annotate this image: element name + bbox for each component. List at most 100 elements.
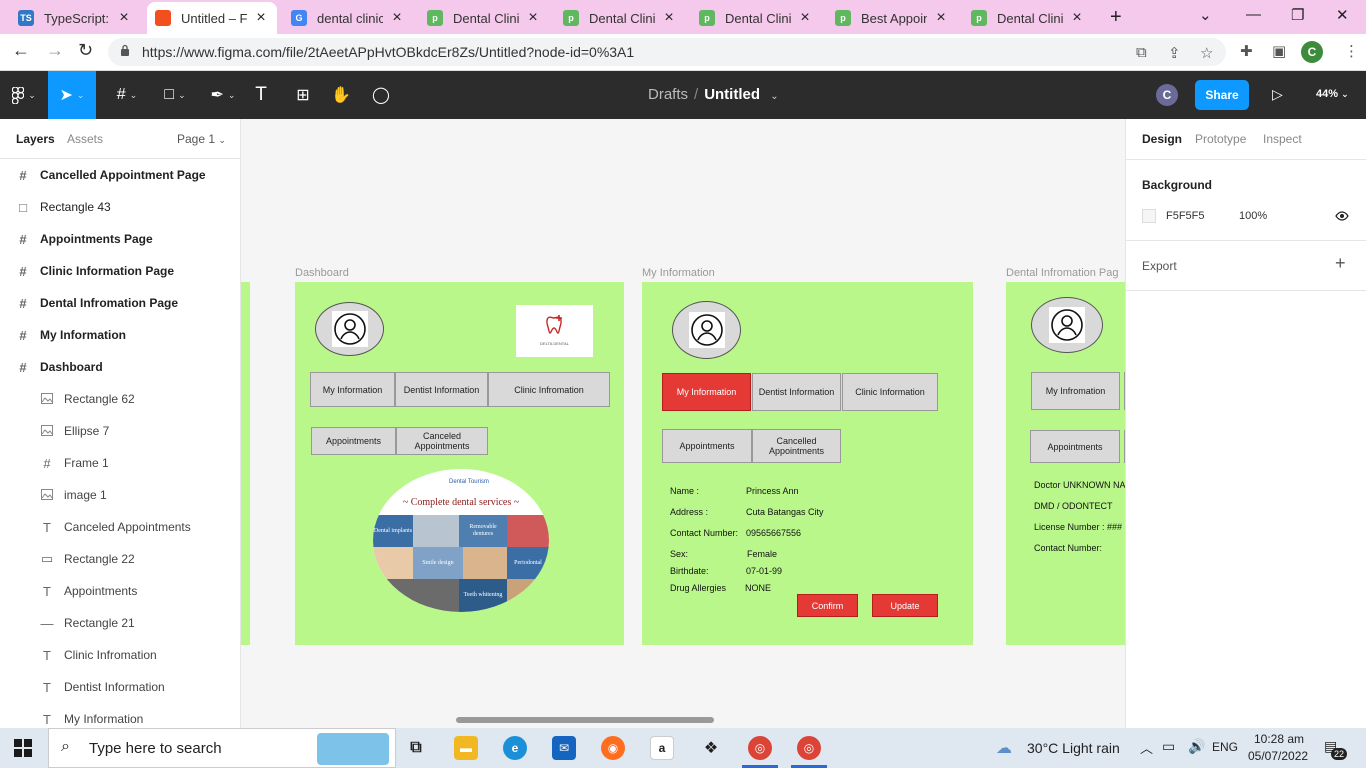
taskbar-search-box[interactable]: ⌕ Type here to search	[48, 728, 396, 768]
frame-label-dental-information[interactable]: Dental Infromation Pag	[1006, 267, 1119, 279]
clock-date[interactable]: 05/07/2022	[1248, 749, 1308, 763]
open-in-app-icon[interactable]: ⧉	[1136, 44, 1147, 61]
side-panel-icon[interactable]: ▣	[1272, 42, 1286, 60]
layer-item[interactable]: T Dentist Information	[0, 671, 240, 703]
frame-dental-information[interactable]: My Infromation Appointments Doctor UNKNO…	[1006, 282, 1125, 645]
back-icon[interactable]: ←	[12, 40, 30, 61]
confirm-button[interactable]: Confirm	[797, 594, 858, 617]
close-tab-icon[interactable]: ×	[797, 9, 813, 27]
dental-services-image[interactable]: Dental Tourism ~ Complete dental service…	[373, 469, 549, 612]
pen-tool-button[interactable]: ✒ ⌄	[200, 71, 246, 119]
dashboard-dentist-information-button[interactable]: Dentist Information	[395, 372, 488, 407]
extensions-icon[interactable]: ✚	[1240, 42, 1253, 60]
file-explorer-icon[interactable]: ▬	[454, 736, 478, 760]
chevron-down-icon[interactable]: ⌄	[770, 91, 778, 102]
firefox-icon[interactable]: ◉	[601, 736, 625, 760]
volume-icon[interactable]: 🔊	[1188, 738, 1205, 755]
browser-menu-icon[interactable]: ⋮	[1344, 42, 1359, 60]
frame-dashboard[interactable]: DELTA DENTAL My Information Dentist Info…	[295, 282, 624, 645]
file-breadcrumb[interactable]: Drafts / Untitled ⌄	[648, 86, 779, 103]
close-tab-icon[interactable]: ×	[253, 9, 269, 27]
background-color-swatch[interactable]	[1142, 209, 1156, 223]
share-button[interactable]: Share	[1195, 80, 1249, 110]
minimize-icon[interactable]: —	[1246, 6, 1261, 23]
layer-item[interactable]: T Clinic Infromation	[0, 639, 240, 671]
tab-inspect[interactable]: Inspect	[1263, 132, 1302, 146]
layer-item[interactable]: image 1	[0, 479, 240, 511]
rain-cloud-icon[interactable]: ☁	[996, 738, 1012, 758]
text-tool-button[interactable]: T	[246, 71, 276, 119]
user-avatar[interactable]: C	[1156, 84, 1178, 106]
layer-item[interactable]: — Rectangle 21	[0, 607, 240, 639]
layer-item[interactable]: # Dental Infromation Page	[0, 287, 240, 319]
tab-assets[interactable]: Assets	[67, 132, 103, 146]
reload-icon[interactable]: ↻	[78, 40, 93, 61]
browser-tab[interactable]: TS TypeScript: TS ×	[10, 4, 140, 32]
tab-design[interactable]: Design	[1142, 132, 1182, 146]
edge-browser-icon[interactable]: e	[503, 736, 527, 760]
close-tab-icon[interactable]: ×	[1069, 9, 1085, 27]
breadcrumb-drafts[interactable]: Drafts	[648, 86, 688, 103]
dashboard-appointments-button[interactable]: Appointments	[311, 427, 396, 455]
clinic-logo[interactable]: DELTA DENTAL	[516, 305, 593, 357]
layer-item[interactable]: # Frame 1	[0, 447, 240, 479]
profile-ellipse[interactable]	[315, 302, 384, 356]
dropbox-icon[interactable]: ❖	[699, 736, 723, 760]
tab-prototype[interactable]: Prototype	[1195, 132, 1246, 146]
windows-start-icon[interactable]	[14, 739, 32, 757]
browser-profile-avatar[interactable]: C	[1301, 41, 1323, 63]
browser-tab[interactable]: p Best Appoint ×	[827, 4, 957, 32]
layer-item[interactable]: □ Rectangle 43	[0, 191, 240, 223]
layer-item[interactable]: T My Information	[0, 703, 240, 728]
present-play-icon[interactable]: ▷	[1272, 86, 1283, 103]
move-tool-button[interactable]: ➤ ⌄	[48, 71, 96, 119]
layer-item[interactable]: Rectangle 62	[0, 383, 240, 415]
close-tab-icon[interactable]: ×	[525, 9, 541, 27]
amazon-icon[interactable]: a	[650, 736, 674, 760]
browser-tab[interactable]: p Dental Clinic ×	[555, 4, 685, 32]
clock-time[interactable]: 10:28 am	[1254, 732, 1304, 746]
layer-item[interactable]: T Canceled Appointments	[0, 511, 240, 543]
zoom-level[interactable]: 44% ⌄	[1316, 88, 1349, 100]
chrome-icon[interactable]: ◎	[748, 736, 772, 760]
myinfo-clinic-information-button[interactable]: Clinic Information	[842, 373, 938, 411]
layer-item[interactable]: Ellipse 7	[0, 415, 240, 447]
bookmark-star-icon[interactable]: ☆	[1200, 44, 1213, 62]
profile-ellipse[interactable]	[672, 301, 741, 359]
frame-label-my-information[interactable]: My Information	[642, 267, 715, 279]
file-name[interactable]: Untitled	[704, 86, 760, 103]
update-button[interactable]: Update	[872, 594, 938, 617]
close-tab-icon[interactable]: ×	[933, 9, 949, 27]
forward-icon[interactable]: →	[46, 40, 64, 61]
browser-tab[interactable]: Untitled – Fig ×	[147, 2, 277, 34]
address-bar[interactable]: https://www.figma.com/file/2tAeetAPpHvtO…	[108, 38, 1226, 66]
share-page-icon[interactable]: ⇪	[1168, 44, 1181, 62]
myinfo-dentist-information-button[interactable]: Dentist Information	[752, 373, 841, 411]
browser-tab[interactable]: p Dental Clinic ×	[963, 4, 1093, 32]
myinfo-cancelled-appointments-button[interactable]: Cancelled Appointments	[752, 429, 841, 463]
dentalinfo-my-information-button[interactable]: My Infromation	[1031, 372, 1120, 410]
design-canvas[interactable]: Dashboard DELTA DENTAL My Information De…	[241, 119, 1125, 728]
lock-icon[interactable]	[120, 44, 130, 56]
layer-item[interactable]: # Appointments Page	[0, 223, 240, 255]
close-window-icon[interactable]: ✕	[1336, 6, 1349, 24]
hand-tool-button[interactable]: ✋	[326, 71, 356, 119]
canvas-horizontal-scrollbar[interactable]	[456, 717, 714, 723]
myinfo-appointments-button[interactable]: Appointments	[662, 429, 752, 463]
dashboard-my-information-button[interactable]: My Information	[310, 372, 395, 407]
layer-item[interactable]: # My Information	[0, 319, 240, 351]
close-tab-icon[interactable]: ×	[116, 9, 132, 27]
tab-layers[interactable]: Layers	[16, 132, 55, 146]
comment-tool-button[interactable]: ◯	[366, 71, 396, 119]
visibility-eye-icon[interactable]	[1335, 211, 1349, 221]
network-icon[interactable]: ▭	[1162, 738, 1175, 755]
offscreen-frame[interactable]	[241, 282, 250, 645]
background-hex[interactable]: F5F5F5	[1166, 210, 1205, 222]
mail-icon[interactable]: ✉	[552, 736, 576, 760]
add-export-icon[interactable]: +	[1335, 253, 1346, 274]
frame-label-dashboard[interactable]: Dashboard	[295, 267, 349, 279]
task-view-icon[interactable]: ⧉	[404, 736, 428, 760]
show-hidden-icons-icon[interactable]: ︿	[1140, 738, 1153, 757]
browser-tab[interactable]: p Dental Clinic ×	[419, 4, 549, 32]
layer-item[interactable]: # Cancelled Appointment Page	[0, 159, 240, 191]
